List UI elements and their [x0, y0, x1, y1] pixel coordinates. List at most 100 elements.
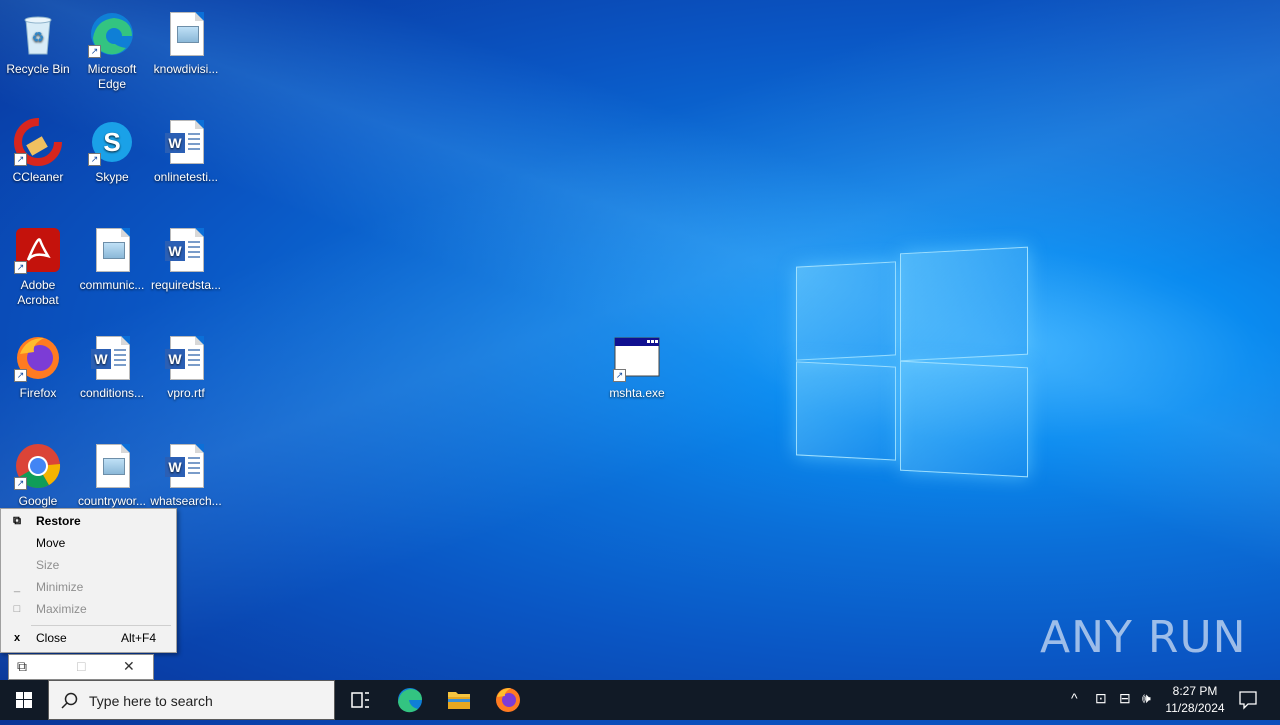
desktop-icon-word-doc[interactable]: W onlinetesti... [148, 116, 224, 185]
show-hidden-icons-chevron-icon[interactable]: ^ [1071, 690, 1078, 706]
google-chrome-icon: ↗ [14, 442, 62, 490]
taskbar-clock[interactable]: 8:27 PM 11/28/2024 [1160, 683, 1230, 717]
minimized-window-bar[interactable]: ⧉ □ ✕ [8, 654, 154, 680]
svg-text:S: S [103, 127, 120, 157]
desktop-icon-word-doc[interactable]: W requiredsta... [148, 224, 224, 293]
desktop-icon-word-doc[interactable]: W conditions... [74, 332, 150, 401]
menu-item-close[interactable]: x Close Alt+F4 [1, 627, 176, 649]
icon-label: CCleaner [12, 170, 64, 184]
icon-label: knowdivisi... [153, 62, 219, 76]
desktop-icon-firefox[interactable]: ↗ Firefox [0, 332, 76, 401]
maximize-button-icon[interactable]: □ [77, 658, 85, 674]
action-center-button[interactable] [1232, 680, 1272, 720]
menu-item-restore[interactable]: ⧉ Restore [1, 510, 176, 532]
icon-label: vpro.rtf [167, 386, 205, 400]
close-button-icon[interactable]: ✕ [123, 658, 135, 674]
icon-label: Firefox [19, 386, 57, 400]
shortcut-arrow-icon: ↗ [14, 261, 27, 274]
icon-label: Microsoft Edge [87, 62, 137, 91]
recycle-bin-icon: ♻ [14, 10, 62, 58]
shortcut-arrow-icon: ↗ [14, 369, 27, 382]
taskbar-file-explorer-button[interactable] [435, 680, 483, 720]
icon-label: Recycle Bin [6, 62, 70, 76]
menu-item-move[interactable]: Move [1, 532, 176, 554]
menu-separator [31, 625, 171, 626]
desktop-icon-recycle-bin[interactable]: ♻ Recycle Bin [0, 8, 76, 77]
volume-icon[interactable]: 🕪 [1142, 690, 1151, 707]
task-view-button[interactable] [336, 680, 384, 720]
desktop-icon-image-file[interactable]: communic... [74, 224, 150, 293]
ccleaner-icon: ↗ [14, 118, 62, 166]
icon-label: Skype [95, 170, 129, 184]
icon-label: mshta.exe [609, 386, 665, 400]
minimize-icon: _ [13, 581, 21, 593]
edge-icon: ↗ [88, 10, 136, 58]
application-window-icon: ↗ [613, 334, 661, 382]
skype-icon: S ↗ [88, 118, 136, 166]
taskbar-firefox-button[interactable] [484, 680, 532, 720]
icon-label: whatsearch... [150, 494, 222, 508]
menu-item-minimize: _ Minimize [1, 576, 176, 598]
image-file-icon [88, 442, 136, 490]
taskbar: Type here to search ^ ⊡ ⊟ 🕪 8:27 PM 11/2… [0, 680, 1280, 720]
menu-item-label: Close [36, 631, 67, 645]
desktop-icon-ccleaner[interactable]: ↗ CCleaner [0, 116, 76, 185]
notification-icon [1239, 691, 1257, 710]
search-icon [61, 692, 78, 709]
image-file-icon [162, 10, 210, 58]
desktop-icon-mshta[interactable]: ↗ mshta.exe [599, 332, 675, 401]
menu-item-label: Size [36, 558, 60, 572]
restore-icon: ⧉ [13, 515, 21, 527]
clock-time: 8:27 PM [1172, 684, 1218, 698]
tray-app-icon[interactable]: ⊡ [1095, 690, 1107, 707]
menu-item-maximize: □ Maximize [1, 598, 176, 620]
word-document-icon: W [162, 442, 210, 490]
desktop-icon-image-file[interactable]: countrywor... [74, 440, 150, 509]
word-document-icon: W [162, 334, 210, 382]
network-icon[interactable]: ⊟ [1119, 690, 1131, 707]
taskbar-search-box[interactable]: Type here to search [48, 680, 335, 720]
window-app-icon[interactable]: ⧉ [17, 658, 27, 674]
desktop-icon-microsoft-edge[interactable]: ↗ Microsoft Edge [74, 8, 150, 92]
icon-label: onlinetesti... [153, 170, 219, 184]
menu-item-label: Maximize [36, 602, 87, 616]
desktop-icon-google[interactable]: ↗ Google [0, 440, 76, 509]
anyrun-watermark: ANY RUN [1040, 612, 1247, 663]
desktop-icon-word-doc[interactable]: W vpro.rtf [148, 332, 224, 401]
taskbar-edge-button[interactable] [386, 680, 434, 720]
word-document-icon: W [162, 226, 210, 274]
start-button[interactable] [0, 680, 48, 720]
menu-item-accelerator: Alt+F4 [121, 631, 157, 645]
shortcut-arrow-icon: ↗ [88, 45, 101, 58]
adobe-acrobat-icon: ↗ [14, 226, 62, 274]
desktop-icon-image-file[interactable]: knowdivisi... [148, 8, 224, 77]
word-document-icon: W [162, 118, 210, 166]
image-file-icon [88, 226, 136, 274]
icon-label: Google [18, 494, 58, 508]
shortcut-arrow-icon: ↗ [14, 477, 27, 490]
clock-date: 11/28/2024 [1165, 701, 1225, 715]
icon-label: requiredsta... [150, 278, 222, 292]
folder-icon [448, 692, 470, 709]
desktop-icon-skype[interactable]: S ↗ Skype [74, 116, 150, 185]
desktop-icon-word-doc[interactable]: W whatsearch... [148, 440, 224, 509]
shortcut-arrow-icon: ↗ [613, 369, 626, 382]
firefox-icon [496, 688, 520, 712]
task-view-icon [351, 692, 369, 708]
icon-label: countrywor... [77, 494, 147, 508]
windows-wallpaper-logo [796, 242, 1028, 478]
windows-start-icon [16, 692, 32, 708]
menu-item-label: Restore [36, 514, 81, 528]
close-icon: x [13, 632, 21, 644]
edge-icon [398, 688, 422, 713]
menu-item-size: Size [1, 554, 176, 576]
search-placeholder: Type here to search [89, 693, 213, 709]
menu-item-label: Minimize [36, 580, 84, 594]
svg-text:♻: ♻ [32, 29, 45, 45]
icon-label: conditions... [79, 386, 145, 400]
word-document-icon: W [88, 334, 136, 382]
menu-item-label: Move [36, 536, 66, 550]
icon-label: communic... [79, 278, 145, 292]
window-system-menu: ⧉ Restore Move Size _ Minimize □ Maximiz… [0, 508, 177, 653]
desktop-icon-adobe-acrobat[interactable]: ↗ Adobe Acrobat [0, 224, 76, 308]
